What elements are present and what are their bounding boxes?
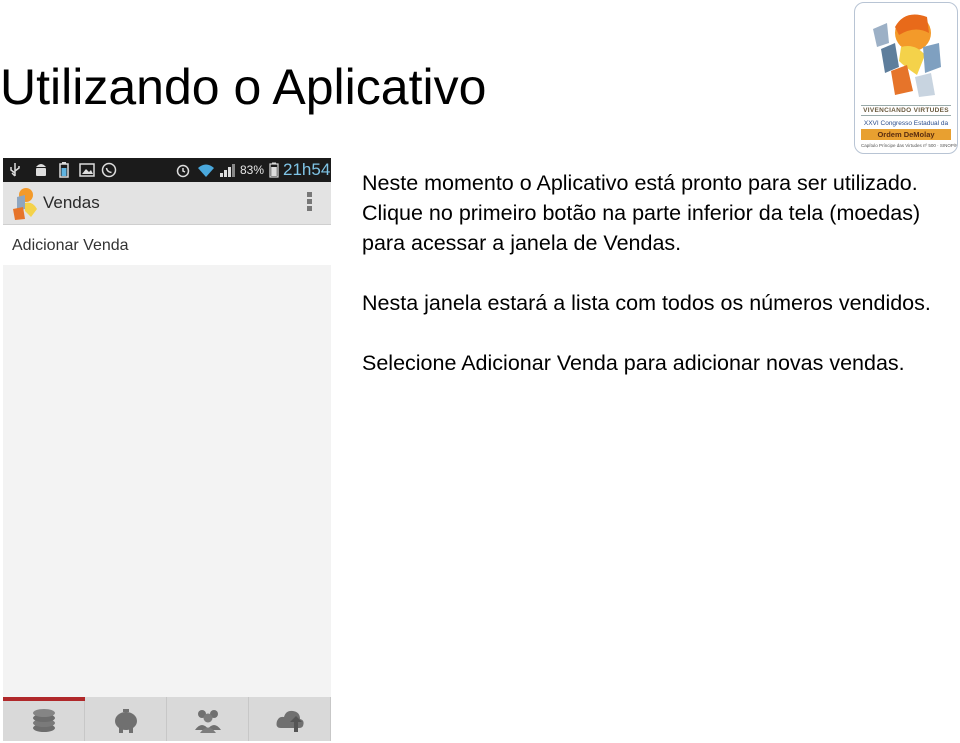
bottom-nav <box>3 697 331 741</box>
logo-event-name: XXVI Congresso Estadual da <box>863 120 949 127</box>
battery-percent: 83% <box>240 163 265 177</box>
action-bar-title: Vendas <box>43 193 100 212</box>
people-icon <box>195 710 221 733</box>
slide-title: Utilizando o Aplicativo <box>0 59 487 115</box>
slide: Utilizando o Aplicativo VIVENCIANDO VIRT… <box>0 0 960 743</box>
cloud-upload-icon <box>276 710 304 732</box>
logo-organization: Ordem DeMolay <box>861 129 951 140</box>
android-debug-icon <box>36 164 46 176</box>
overflow-menu-icon[interactable] <box>302 192 316 216</box>
tab-sales[interactable] <box>3 697 85 741</box>
alarm-icon <box>176 164 190 178</box>
battery-saver-icon <box>59 162 69 178</box>
action-bar: Vendas <box>3 182 331 225</box>
image-icon <box>79 163 95 177</box>
battery-icon <box>269 162 279 178</box>
paragraph-list-info: Nesta janela estará a lista com todos os… <box>362 291 931 315</box>
body-text: Neste momento o Aplicativo está pronto p… <box>362 168 942 408</box>
coins-icon <box>33 709 55 732</box>
app-logo-icon <box>13 188 37 220</box>
add-sale-button[interactable]: Adicionar Venda <box>3 225 331 265</box>
tab-upload[interactable] <box>249 697 331 741</box>
signal-icon <box>220 164 235 177</box>
phone-screenshot: 83% 21h54 Vendas Adicionar Venda <box>3 158 331 741</box>
usb-icon <box>10 163 20 177</box>
whatsapp-icon <box>101 162 117 178</box>
paragraph-instructions: Neste momento o Aplicativo está pronto p… <box>362 171 921 255</box>
tab-people[interactable] <box>167 697 249 741</box>
tab-savings[interactable] <box>85 697 167 741</box>
logo-motto: VIVENCIANDO VIRTUDES <box>861 105 951 116</box>
sales-list <box>3 265 331 697</box>
wifi-icon <box>198 164 214 177</box>
piggy-bank-icon <box>115 709 137 733</box>
status-time: 21h54 <box>283 160 331 179</box>
congress-logo: VIVENCIANDO VIRTUDES XXVI Congresso Esta… <box>854 2 958 154</box>
paragraph-add-sale: Selecione Adicionar Venda para adicionar… <box>362 351 905 375</box>
add-sale-label: Adicionar Venda <box>12 237 129 254</box>
logo-chapter: Capítulo Príncipe das Virtudes nº 500 · … <box>861 143 958 148</box>
status-bar: 83% 21h54 <box>3 158 331 182</box>
